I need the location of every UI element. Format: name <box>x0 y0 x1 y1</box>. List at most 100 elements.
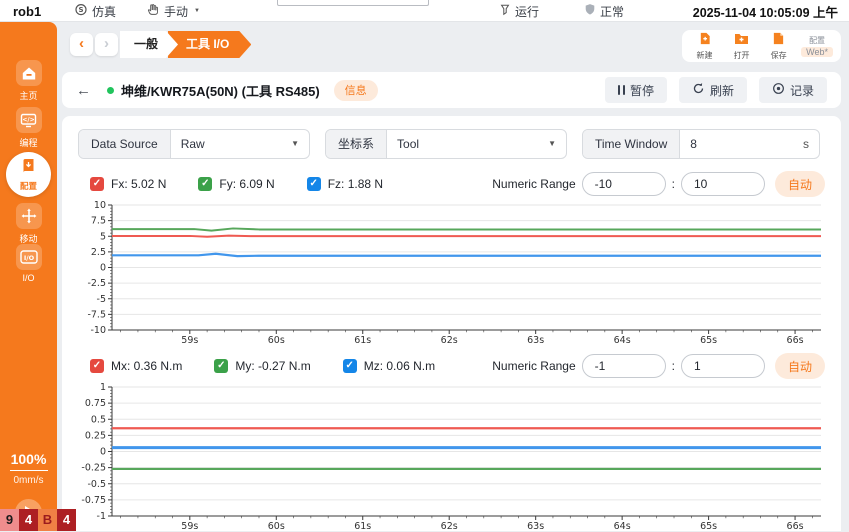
svg-text:10: 10 <box>94 200 106 211</box>
legend-label: Fx: 5.02 N <box>111 177 166 191</box>
pause-label: 暂停 <box>630 82 654 99</box>
svg-text:-2.5: -2.5 <box>87 278 106 289</box>
config-value-badge[interactable]: Web* <box>801 47 833 57</box>
range-separator: : <box>672 359 675 373</box>
sidebar-item-label: 主页 <box>0 89 57 102</box>
run-label: 运行 <box>515 3 539 20</box>
svg-text:64s: 64s <box>614 521 631 532</box>
svg-text:S: S <box>78 6 83 14</box>
run-icon <box>499 4 511 19</box>
svg-text:66s: 66s <box>787 335 804 346</box>
new-file-icon <box>698 32 712 50</box>
back-arrow-icon[interactable]: ← <box>76 82 91 99</box>
svg-text:61s: 61s <box>354 335 371 346</box>
legend-my[interactable]: ✓ My: -0.27 N.m <box>214 359 310 373</box>
open-button[interactable]: 打开 <box>727 32 756 61</box>
torque-chart: 10.750.50.250-0.25-0.5-0.75-159s60s61s62… <box>78 382 825 532</box>
legend-fz[interactable]: ✓ Fz: 1.88 N <box>307 177 383 191</box>
move-icon <box>16 203 42 229</box>
status-badge[interactable]: 4 <box>57 509 76 531</box>
pause-button[interactable]: 暂停 <box>605 77 667 103</box>
speed-divider <box>10 470 48 471</box>
speed-percent[interactable]: 100% <box>0 451 57 467</box>
svg-text:-0.75: -0.75 <box>81 495 106 506</box>
sidebar-item-config[interactable]: 配置 <box>6 152 51 197</box>
numeric-range-label: Numeric Range <box>492 177 575 191</box>
checkbox-checked-icon[interactable]: ✓ <box>214 359 228 373</box>
chevron-down-icon: ▼ <box>548 130 566 158</box>
partial-dropdown[interactable] <box>277 0 429 6</box>
legend-fx[interactable]: ✓ Fx: 5.02 N <box>90 177 166 191</box>
home-icon <box>16 60 42 86</box>
svg-text:1: 1 <box>100 382 106 393</box>
device-title: 坤维/KWR75A(50N) (工具 RS485) <box>121 81 320 100</box>
data-source-value[interactable]: Raw <box>171 130 291 158</box>
checkbox-checked-icon[interactable]: ✓ <box>90 359 104 373</box>
time-window-unit: s <box>803 130 819 158</box>
legend-mx[interactable]: ✓ Mx: 0.36 N.m <box>90 359 182 373</box>
status-badge[interactable]: 9 <box>0 509 19 531</box>
status-badge[interactable]: 4 <box>19 509 38 531</box>
new-button[interactable]: 新建 <box>690 32 719 61</box>
range-min-input[interactable] <box>582 354 666 378</box>
legend-mz[interactable]: ✓ Mz: 0.06 N.m <box>343 359 435 373</box>
torque-legend-row: ✓ Mx: 0.36 N.m ✓ My: -0.27 N.m ✓ Mz: 0.0… <box>78 354 825 378</box>
code-icon: </> <box>16 107 42 133</box>
svg-text:5: 5 <box>100 231 106 242</box>
save-button[interactable]: 保存 <box>764 32 793 61</box>
time-window-value[interactable]: 8 <box>680 130 803 158</box>
checkbox-checked-icon[interactable]: ✓ <box>90 177 104 191</box>
svg-text:66s: 66s <box>787 521 804 532</box>
sidebar-item-label: I/O <box>0 273 57 283</box>
sidebar-item-program[interactable]: </> 编程 <box>0 107 57 149</box>
frame-select[interactable]: 坐标系 Tool ▼ <box>325 129 567 159</box>
svg-text:64s: 64s <box>614 335 631 346</box>
svg-text:0.5: 0.5 <box>91 414 106 425</box>
range-separator: : <box>672 177 675 191</box>
auto-range-button[interactable]: 自动 <box>775 353 825 379</box>
data-source-select[interactable]: Data Source Raw ▼ <box>78 129 310 159</box>
info-badge[interactable]: 信息 <box>334 80 378 101</box>
auto-range-button[interactable]: 自动 <box>775 171 825 197</box>
data-source-label: Data Source <box>79 130 171 158</box>
frame-label: 坐标系 <box>326 130 387 158</box>
svg-text:-5: -5 <box>97 294 106 305</box>
file-toolbar: 新建 打开 保存 配置 Web* <box>682 30 841 62</box>
legend-fy[interactable]: ✓ Fy: 6.09 N <box>198 177 274 191</box>
legend-label: Fy: 6.09 N <box>219 177 274 191</box>
range-max-input[interactable] <box>681 172 765 196</box>
svg-text:-0.25: -0.25 <box>81 463 106 474</box>
health-label: 正常 <box>600 3 624 20</box>
top-status-bar: rob1 S 仿真 手动 ▼ 运行 正常 2025-11-04 10:05:09… <box>0 0 849 22</box>
range-min-input[interactable] <box>582 172 666 196</box>
refresh-button[interactable]: 刷新 <box>679 77 747 103</box>
tab-general[interactable]: 一般 <box>120 31 178 58</box>
svg-text:62s: 62s <box>441 335 458 346</box>
numeric-range-label: Numeric Range <box>492 359 575 373</box>
svg-text:59s: 59s <box>181 521 198 532</box>
nav-back-button[interactable]: ‹ <box>70 33 93 56</box>
record-button[interactable]: 记录 <box>759 77 827 103</box>
legend-label: My: -0.27 N.m <box>235 359 310 373</box>
checkbox-checked-icon[interactable]: ✓ <box>198 177 212 191</box>
checkbox-checked-icon[interactable]: ✓ <box>307 177 321 191</box>
record-icon <box>772 82 785 98</box>
svg-text:63s: 63s <box>527 335 544 346</box>
sidebar-item-move[interactable]: 移动 <box>0 203 57 245</box>
chevron-right-icon: › <box>104 35 109 52</box>
sidebar-item-io[interactable]: I/O I/O <box>0 244 57 283</box>
simulation-indicator[interactable]: S 仿真 <box>74 0 116 22</box>
simulation-icon: S <box>74 3 88 20</box>
mode-dropdown[interactable]: 手动 ▼ <box>147 0 200 22</box>
frame-value[interactable]: Tool <box>387 130 548 158</box>
nav-forward-button[interactable]: › <box>95 33 118 56</box>
range-max-input[interactable] <box>681 354 765 378</box>
status-badge[interactable]: B <box>38 509 57 531</box>
refresh-icon <box>692 82 705 98</box>
sidebar-item-home[interactable]: 主页 <box>0 60 57 102</box>
checkbox-checked-icon[interactable]: ✓ <box>343 359 357 373</box>
run-indicator: 运行 <box>499 0 539 22</box>
controls-row: Data Source Raw ▼ 坐标系 Tool ▼ Time Window… <box>78 129 825 159</box>
time-window-field[interactable]: Time Window 8 s <box>582 129 820 159</box>
tab-tool-io[interactable]: 工具 I/O <box>168 31 251 58</box>
